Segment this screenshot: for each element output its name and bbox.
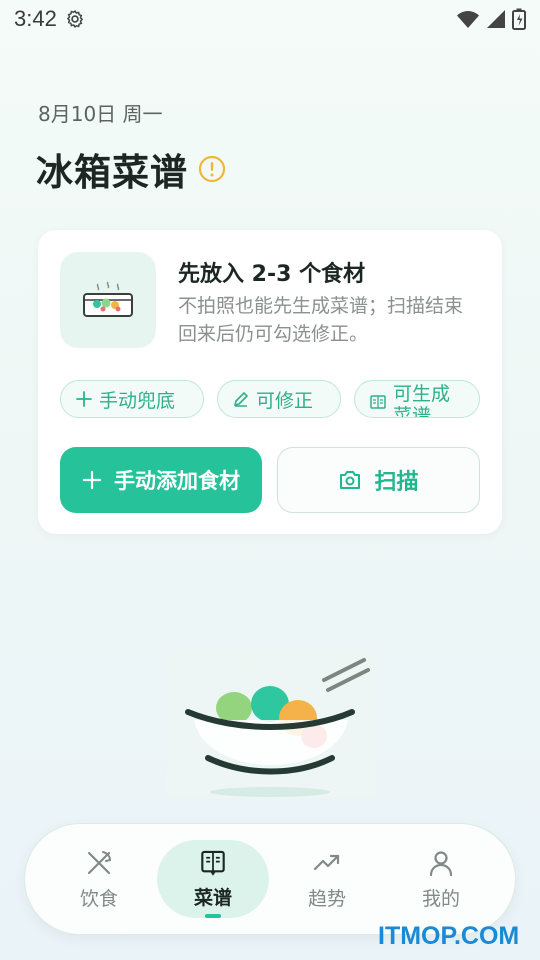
chip-label: 可修正 xyxy=(256,389,314,412)
status-bar: 3:42 xyxy=(0,0,540,38)
book-icon xyxy=(370,395,386,409)
feature-chips: 手动兜底 可修正 可生成菜谱 xyxy=(60,380,480,418)
nav-item-trends[interactable]: 趋势 xyxy=(271,840,383,918)
salad-bowl-illustration xyxy=(166,650,376,798)
scan-button[interactable]: 扫描 xyxy=(277,447,480,513)
alert-circle-icon[interactable] xyxy=(198,155,226,183)
steaming-dish-icon xyxy=(83,281,133,317)
gear-icon xyxy=(66,9,83,29)
nav-label: 菜谱 xyxy=(193,887,232,910)
nav-label: 饮食 xyxy=(79,888,118,910)
pencil-icon xyxy=(234,392,248,407)
nav-item-mine[interactable]: 我的 xyxy=(385,840,497,918)
cell-signal-icon xyxy=(487,10,505,28)
chip-label: 手动兜底 xyxy=(99,389,176,412)
status-time: 3:42 xyxy=(14,6,57,31)
scan-label: 扫描 xyxy=(374,470,419,495)
ingredient-card: 先放入 2-3 个食材 不拍照也能先生成菜谱；扫描结束回来后仍可勾选修正。 手动… xyxy=(38,230,502,534)
nav-label: 趋势 xyxy=(307,888,346,910)
nav-item-recipes[interactable]: 菜谱 xyxy=(157,840,269,918)
chip-manual-fallback[interactable]: 手动兜底 xyxy=(60,380,204,418)
title-row: 冰箱菜谱 xyxy=(36,142,226,196)
manual-add-label: 手动添加食材 xyxy=(114,469,240,493)
fridge-thumbnail xyxy=(60,252,156,348)
camera-icon xyxy=(340,471,361,489)
active-indicator xyxy=(205,914,221,918)
plus-icon xyxy=(82,470,102,490)
chip-generate-recipe[interactable]: 可生成菜谱 xyxy=(354,380,480,418)
wifi-icon xyxy=(457,11,479,28)
nav-label: 我的 xyxy=(421,888,460,910)
card-heading: 先放入 2-3 个食材 xyxy=(178,262,366,287)
nav-item-diet[interactable]: 饮食 xyxy=(43,840,155,918)
chip-correctable[interactable]: 可修正 xyxy=(217,380,341,418)
card-description: 不拍照也能先生成菜谱；扫描结束回来后仍可勾选修正。 xyxy=(178,295,464,345)
plus-icon xyxy=(76,391,92,407)
utensils-crossed-icon xyxy=(87,851,112,875)
bottom-nav: 饮食 菜谱 趋势 我的 xyxy=(24,823,516,935)
trending-up-icon xyxy=(313,854,340,871)
chip-label: 可生成菜谱 xyxy=(393,383,451,418)
page-title: 冰箱菜谱 xyxy=(36,151,188,194)
battery-icon xyxy=(512,8,526,30)
date-label: 8月10日 周一 xyxy=(38,102,163,126)
user-icon xyxy=(429,851,453,877)
recipe-book-icon xyxy=(201,850,225,876)
watermark: ITMOP.COM xyxy=(378,922,520,950)
manual-add-ingredient-button[interactable]: 手动添加食材 xyxy=(60,447,262,513)
